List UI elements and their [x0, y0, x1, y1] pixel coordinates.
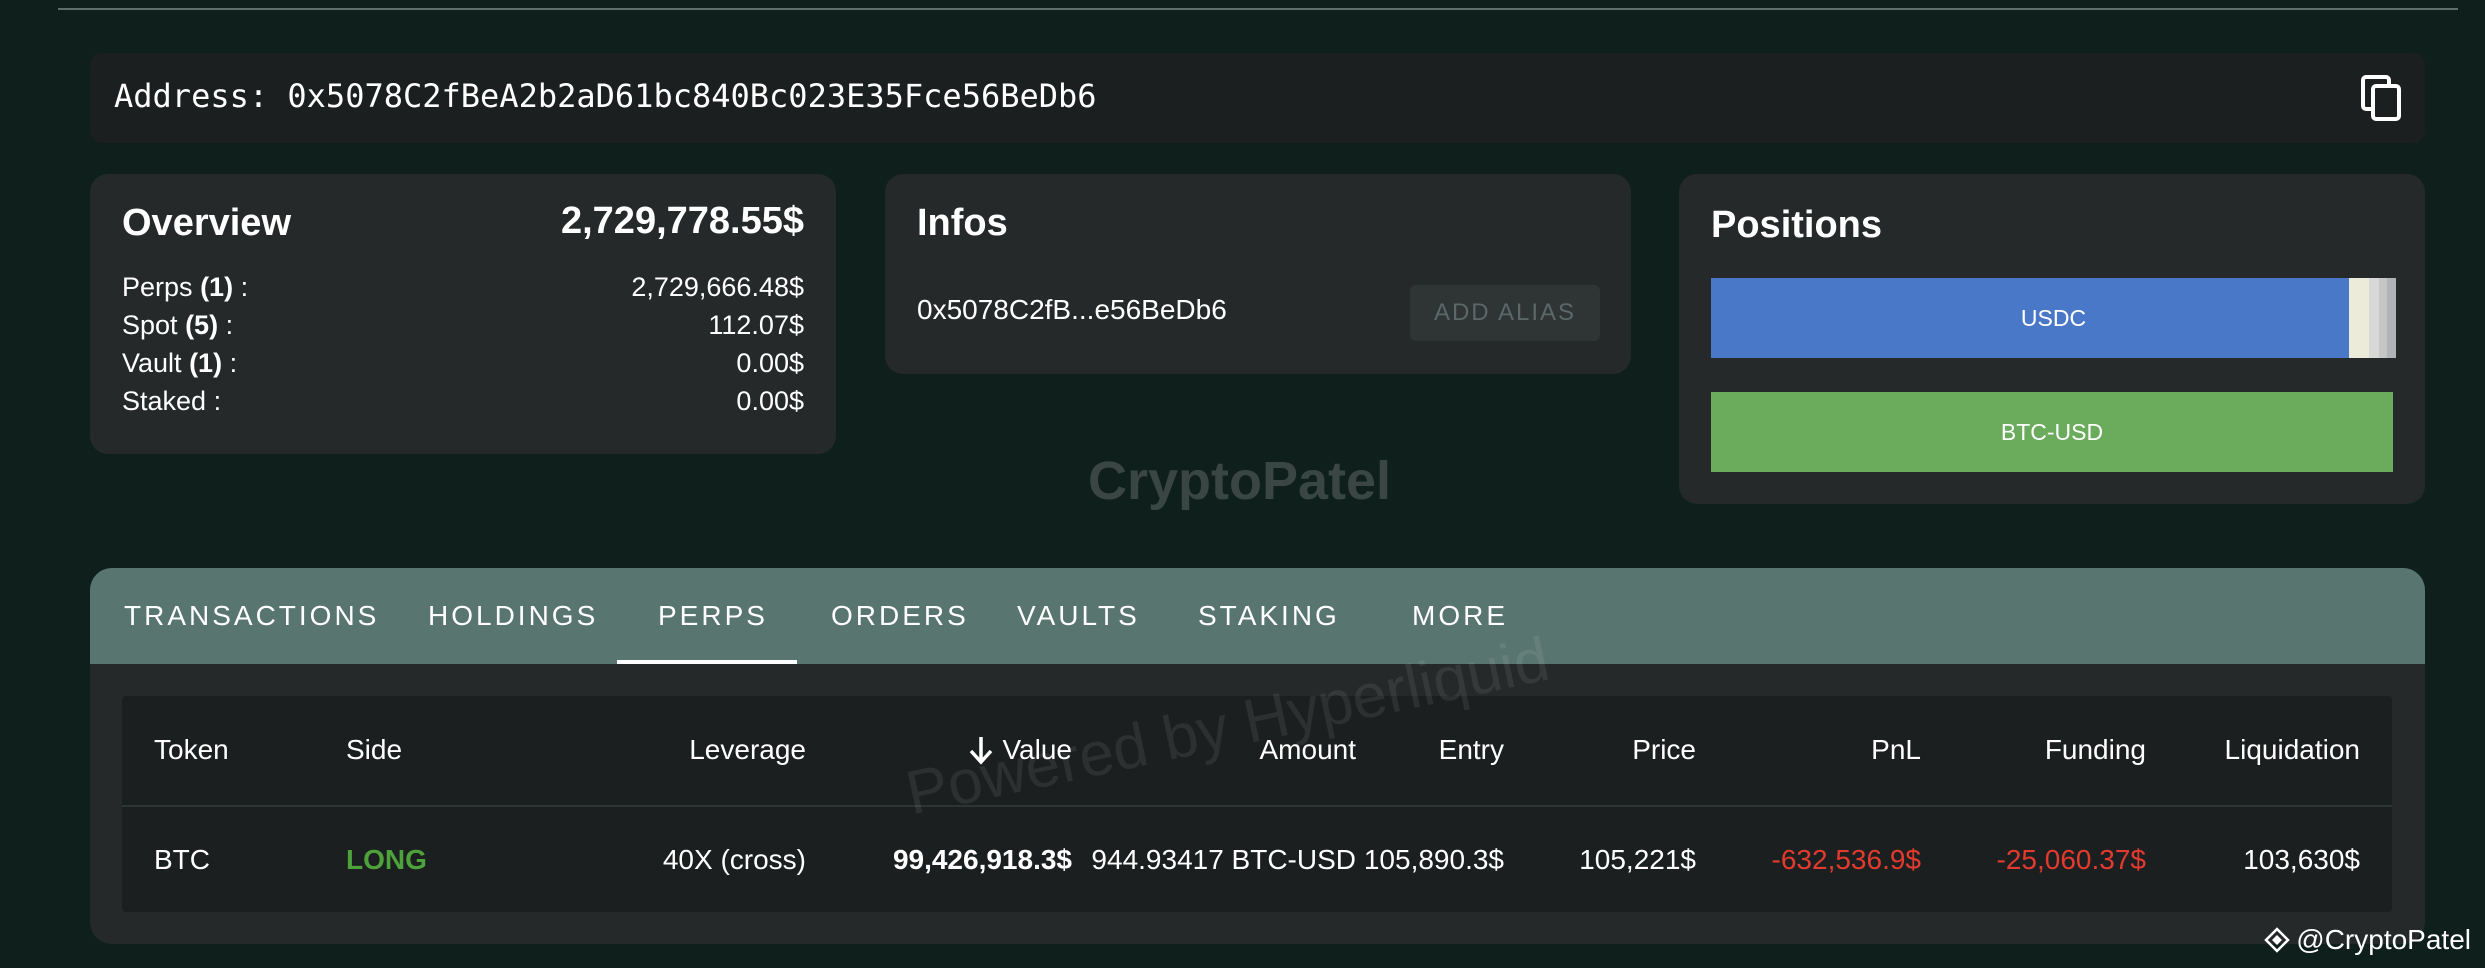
copy-icon[interactable] [2357, 73, 2407, 123]
cell-pnl: -632,536.9$ [1771, 844, 1921, 875]
position-segment [2369, 278, 2379, 358]
row-label: Spot [122, 310, 178, 340]
header-side[interactable]: Side [346, 734, 402, 766]
header-entry[interactable]: Entry [1439, 734, 1504, 766]
overview-total: 2,729,778.55$ [560, 200, 804, 242]
infos-address: 0x5078C2fB...e56BeDb6 [917, 294, 1227, 325]
row-colon: : [218, 310, 234, 340]
cell-amount: 944.93417 BTC-USD [1091, 844, 1356, 875]
cell-funding: -25,060.37$ [1996, 844, 2146, 875]
row-colon: : [206, 386, 222, 416]
tab-orders[interactable]: ORDERS [831, 568, 969, 664]
position-label: USDC [2020, 304, 2087, 331]
infos-card: Infos 0x5078C2fB...e56BeDb6 ADD ALIAS [885, 174, 1631, 374]
credit-badge: @CryptoPatel [2264, 924, 2471, 956]
position-bar-usdc[interactable]: USDC [1711, 278, 2396, 358]
cell-entry: 105,890.3$ [1363, 844, 1504, 875]
row-colon: : [233, 272, 249, 302]
overview-title: Overview [122, 202, 291, 244]
position-segment [2387, 278, 2396, 358]
row-count: (1) [200, 272, 234, 302]
position-label: BTC-USD [2000, 418, 2104, 445]
address-text: Address: 0x5078C2fBeA2b2aD61bc840Bc023E3… [114, 77, 1097, 115]
infos-title: Infos [917, 202, 1008, 244]
row-colon: : [222, 348, 238, 378]
header-pnl[interactable]: PnL [1871, 734, 1921, 766]
tab-perps[interactable]: PERPS [658, 568, 768, 664]
header-liquidation[interactable]: Liquidation [2225, 734, 2360, 766]
row-value: 2,729,666.48$ [631, 272, 804, 302]
tab-vaults[interactable]: VAULTS [1017, 568, 1140, 664]
overview-row-spot: Spot (5) : 112.07$ [122, 310, 804, 348]
position-bar-btc-usd[interactable]: BTC-USD [1711, 392, 2393, 472]
row-count: (1) [189, 348, 223, 378]
overview-row-staked: Staked : 0.00$ [122, 386, 804, 424]
row-label: Staked [122, 386, 207, 416]
row-divider [122, 805, 2392, 807]
tab-staking[interactable]: STAKING [1198, 568, 1340, 664]
tab-bar: TRANSACTIONS HOLDINGS PERPS ORDERS VAULT… [90, 568, 2425, 664]
diamond-logo-icon [2264, 927, 2291, 953]
top-divider [58, 8, 2458, 10]
row-value: 112.07$ [708, 310, 804, 340]
row-label: Vault [122, 348, 182, 378]
header-token[interactable]: Token [154, 734, 229, 766]
add-alias-button[interactable]: ADD ALIAS [1410, 285, 1600, 341]
row-label: Perps [122, 272, 193, 302]
active-tab-indicator [617, 660, 797, 664]
watermark-logo: CryptoPatel [1088, 451, 1392, 511]
position-segment [2349, 278, 2369, 358]
cell-token: BTC [154, 844, 210, 875]
cell-liquidation: 103,630$ [2243, 844, 2360, 875]
position-segment [2379, 278, 2387, 358]
tab-transactions[interactable]: TRANSACTIONS [124, 568, 379, 664]
cell-price: 105,221$ [1579, 844, 1696, 875]
row-count: (5) [185, 310, 219, 340]
header-value[interactable]: Value [968, 734, 1072, 766]
cell-side: LONG [346, 844, 427, 875]
cell-leverage: 40X (cross) [662, 844, 806, 875]
credit-text: @CryptoPatel [2296, 924, 2471, 955]
overview-card: Overview 2,729,778.55$ Perps (1) : 2,729… [90, 174, 836, 454]
header-funding[interactable]: Funding [2045, 734, 2146, 766]
tab-more[interactable]: MORE [1412, 568, 1508, 664]
perps-panel: TRANSACTIONS HOLDINGS PERPS ORDERS VAULT… [90, 568, 2425, 944]
perps-table: Token Side Leverage Value Amount Entry P… [122, 696, 2392, 912]
row-value: 0.00$ [736, 348, 804, 378]
header-value-label: Value [1002, 734, 1072, 765]
header-price[interactable]: Price [1632, 734, 1696, 766]
positions-title: Positions [1711, 204, 1883, 246]
positions-card: Positions USDC BTC-USD [1679, 174, 2425, 504]
address-bar: Address: 0x5078C2fBeA2b2aD61bc840Bc023E3… [90, 53, 2425, 143]
row-value: 0.00$ [736, 386, 804, 416]
overview-row-perps: Perps (1) : 2,729,666.48$ [122, 272, 804, 310]
overview-row-vault: Vault (1) : 0.00$ [122, 348, 804, 386]
header-leverage[interactable]: Leverage [689, 734, 806, 766]
sort-arrow-down-icon [970, 737, 993, 765]
tab-holdings[interactable]: HOLDINGS [428, 568, 598, 664]
header-amount[interactable]: Amount [1260, 734, 1357, 766]
cell-value: 99,426,918.3$ [892, 844, 1072, 875]
